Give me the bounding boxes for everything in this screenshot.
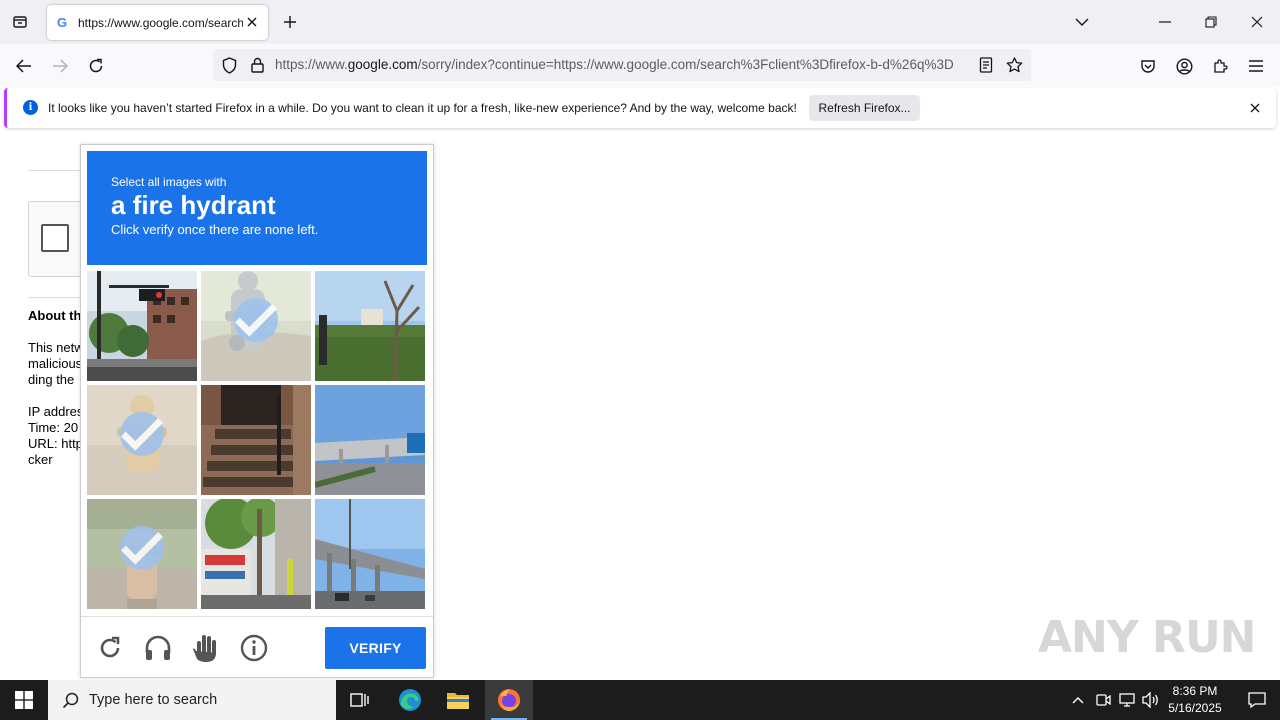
instruction-sub: Select all images with: [111, 175, 227, 189]
divider: [28, 297, 88, 298]
windows-taskbar: Type here to search 8:36 PM 5/16/2025: [0, 680, 1280, 720]
page-paragraph-line: malicious: [28, 356, 83, 371]
restore-icon[interactable]: [1196, 8, 1226, 36]
task-view-icon[interactable]: [336, 680, 384, 720]
captcha-tile[interactable]: [201, 499, 311, 609]
pocket-icon[interactable]: [1134, 52, 1162, 80]
recaptcha-checkbox[interactable]: [41, 224, 69, 252]
meet-now-icon[interactable]: [1093, 690, 1113, 710]
minimize-icon[interactable]: [1150, 8, 1180, 36]
captcha-tile[interactable]: [315, 385, 425, 495]
instruction-target: a fire hydrant: [111, 190, 276, 220]
captcha-footer: VERIFY: [81, 616, 433, 678]
bookmark-star-icon[interactable]: [1005, 56, 1023, 74]
page-paragraph-line: Time: 20: [28, 420, 79, 435]
account-icon[interactable]: [1170, 52, 1198, 80]
list-all-tabs-icon[interactable]: [1067, 8, 1097, 36]
hand-icon[interactable]: [191, 633, 221, 663]
clock-date: 5/16/2025: [1168, 701, 1222, 715]
info-icon: i: [23, 100, 38, 115]
recaptcha-widget: [28, 201, 88, 277]
google-favicon-icon: G: [57, 14, 68, 30]
url-bar[interactable]: https://www.google.com/sorry/index?conti…: [213, 49, 1031, 81]
url-text[interactable]: https://www.google.com/sorry/index?conti…: [275, 57, 971, 72]
search-placeholder: Type here to search: [89, 692, 218, 708]
captcha-tile[interactable]: [87, 385, 197, 495]
notification-message: It looks like you haven’t started Firefo…: [48, 101, 797, 115]
page-paragraph-line: This netw: [28, 340, 84, 355]
url-path: /sorry/index?continue=https://www.google…: [417, 57, 954, 72]
anyrun-watermark: ANY RUN: [1038, 612, 1256, 663]
page-heading: About th: [28, 308, 82, 323]
captcha-tile[interactable]: [87, 271, 197, 381]
selected-check-icon: [120, 412, 164, 456]
info-icon[interactable]: [239, 633, 269, 663]
refresh-firefox-button[interactable]: Refresh Firefox...: [809, 95, 920, 121]
refresh-firefox-notification: i It looks like you haven’t started Fire…: [4, 88, 1276, 128]
taskbar-search-box[interactable]: Type here to search: [48, 680, 336, 720]
selected-check-icon: [234, 298, 278, 342]
captcha-tile[interactable]: [87, 499, 197, 609]
back-icon[interactable]: [10, 52, 38, 80]
volume-icon[interactable]: [1141, 690, 1161, 710]
forward-icon[interactable]: [46, 52, 74, 80]
show-hidden-icons-chevron-icon[interactable]: [1068, 690, 1088, 710]
recaptcha-challenge: Select all images with a fire hydrant Cl…: [80, 144, 434, 678]
windows-start-icon[interactable]: [0, 680, 48, 720]
browser-tab[interactable]: G https://www.google.com/search?client=f…: [47, 5, 268, 40]
captcha-instructions: Select all images with a fire hydrant Cl…: [87, 151, 427, 265]
navigation-bar: https://www.google.com/sorry/index?conti…: [0, 44, 1280, 86]
tab-title: https://www.google.com/search?client=fir…: [78, 15, 243, 30]
tab-strip: G https://www.google.com/search?client=f…: [0, 0, 1280, 44]
page-paragraph-line: ding the: [28, 372, 75, 387]
lock-icon[interactable]: [248, 56, 266, 74]
verify-button[interactable]: VERIFY: [325, 627, 426, 669]
captcha-tile[interactable]: [201, 271, 311, 381]
instruction-hint: Click verify once there are none left.: [111, 222, 319, 237]
tracking-protection-shield-icon[interactable]: [220, 56, 238, 74]
firefox-taskbar-icon[interactable]: [485, 680, 533, 720]
clock-time: 8:36 PM: [1172, 684, 1218, 698]
page-paragraph-line: cker: [28, 452, 53, 467]
edge-browser-icon[interactable]: [386, 680, 434, 720]
page-paragraph-line: URL: http: [28, 436, 83, 451]
close-window-icon[interactable]: [1242, 8, 1272, 36]
extensions-icon[interactable]: [1206, 52, 1234, 80]
selected-check-icon: [120, 526, 164, 570]
captcha-tile[interactable]: [201, 385, 311, 495]
reload-challenge-icon[interactable]: [95, 633, 125, 663]
captcha-tile[interactable]: [315, 499, 425, 609]
close-tab-icon[interactable]: [244, 14, 260, 30]
search-icon: [62, 692, 79, 708]
reload-icon[interactable]: [82, 52, 110, 80]
new-tab-icon[interactable]: [278, 10, 302, 34]
firefox-view-icon[interactable]: [8, 10, 32, 34]
network-icon[interactable]: [1117, 690, 1137, 710]
system-clock[interactable]: 8:36 PM 5/16/2025: [1162, 683, 1228, 717]
audio-challenge-headphones-icon[interactable]: [143, 633, 173, 663]
notification-center-icon[interactable]: [1234, 680, 1280, 720]
divider: [28, 170, 88, 171]
url-prefix: https://www.: [275, 57, 348, 72]
close-notification-icon[interactable]: [1248, 101, 1262, 115]
reader-view-icon[interactable]: [977, 56, 995, 74]
captcha-tile[interactable]: [315, 271, 425, 381]
page-paragraph-line: IP addres: [28, 404, 84, 419]
menu-hamburger-icon[interactable]: [1242, 52, 1270, 80]
url-domain: google.com: [347, 57, 418, 72]
file-explorer-icon[interactable]: [434, 680, 482, 720]
